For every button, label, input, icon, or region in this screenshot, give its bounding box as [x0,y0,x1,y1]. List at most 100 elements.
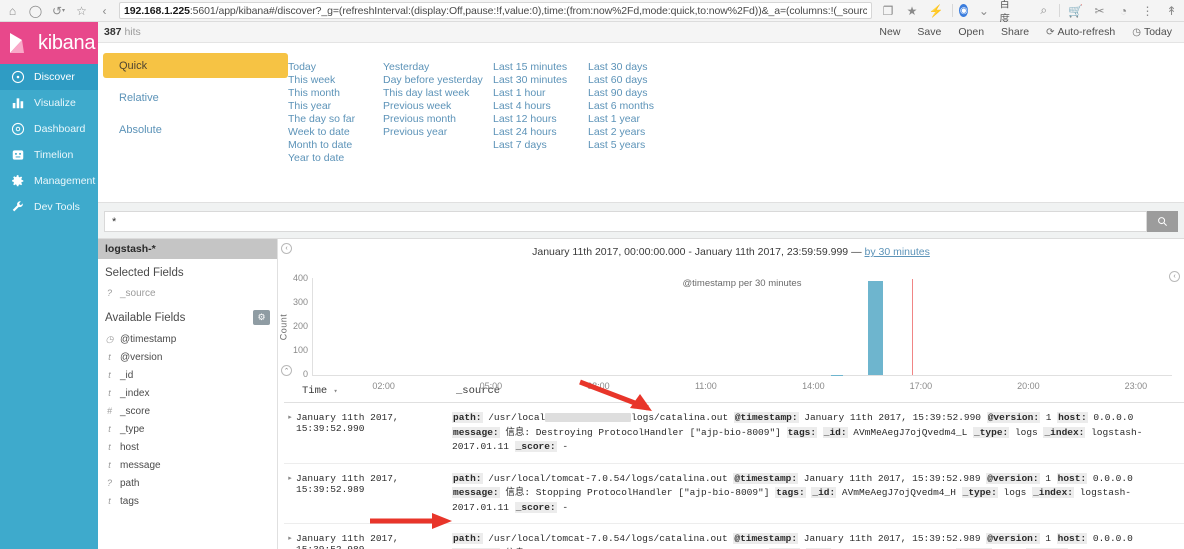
quick-range-last-30-days[interactable]: Last 30 days [588,61,683,74]
kibana-logo[interactable]: kibana [0,22,98,64]
sidebar-item-management[interactable]: Management [0,168,98,194]
quick-range-last-24-hours[interactable]: Last 24 hours [493,126,588,139]
chart-interval-link[interactable]: by 30 minutes [865,246,930,258]
time-mode-quick[interactable]: Quick [103,53,288,78]
quick-range-last-30-minutes[interactable]: Last 30 minutes [493,74,588,87]
gear-icon[interactable]: ⚙ [253,310,270,325]
quick-range-year-to-date[interactable]: Year to date [288,152,383,165]
field-item-id[interactable]: t _id [98,366,277,384]
quick-range-this-week[interactable]: This week [288,74,383,87]
sidebar-item-visualize[interactable]: Visualize [0,90,98,116]
save-button[interactable]: Save [917,26,941,38]
quick-range-last-1-hour[interactable]: Last 1 hour [493,87,588,100]
lightning-icon[interactable]: ⚡ [928,2,945,19]
time-mode-absolute[interactable]: Absolute [103,117,288,142]
open-button[interactable]: Open [958,26,984,38]
table-row[interactable]: ▸ January 11th 2017, 15:39:52.989 path: … [284,524,1184,549]
sidebar-item-timelion[interactable]: Timelion [0,142,98,168]
quick-range-last-4-hours[interactable]: Last 4 hours [493,100,588,113]
quick-range-week-to-date[interactable]: Week to date [288,126,383,139]
browser-toolbar: ⌂ ◯ ↺ ▾ ☆ ‹ 192.168.1.225:5601/app/kibana… [0,0,1184,25]
sidebar-item-dev-tools[interactable]: Dev Tools [0,194,98,220]
field-name: _type [120,423,145,435]
back-icon[interactable]: ‹ [96,2,113,19]
more-icon[interactable]: ⋮ [1139,2,1156,19]
share-button[interactable]: Share [1001,26,1029,38]
field-item-type[interactable]: t _type [98,420,277,438]
auto-refresh-button[interactable]: ⟳ Auto-refresh [1046,26,1115,38]
field-item-host[interactable]: t host [98,438,277,456]
copy-icon[interactable]: ❐ [880,2,897,19]
selected-field-source[interactable]: ? _source [98,284,277,302]
quick-range-previous-week[interactable]: Previous week [383,100,493,113]
quick-range-the-day-so-far[interactable]: The day so far [288,113,383,126]
quick-range-yesterday[interactable]: Yesterday [383,61,493,74]
scissors-icon[interactable]: ✂ [1091,2,1108,19]
quick-range-last-60-days[interactable]: Last 60 days [588,74,683,87]
expand-row-icon[interactable]: ▸ [284,472,296,516]
search-engine-avatar-icon[interactable]: ◉ [959,4,969,17]
new-button[interactable]: New [879,26,900,38]
quick-range-last-15-minutes[interactable]: Last 15 minutes [493,61,588,74]
home-icon[interactable]: ⌂ [4,2,21,19]
time-mode-relative[interactable]: Relative [103,85,288,110]
key-type: _type: [961,487,998,498]
quick-range-this-month[interactable]: This month [288,87,383,100]
search-icon[interactable]: ⌕ [1035,2,1052,19]
quick-range-this-year[interactable]: This year [288,100,383,113]
quick-range-last-7-days[interactable]: Last 7 days [493,139,588,152]
url-bar[interactable]: 192.168.1.225:5601/app/kibana#/discover?… [119,2,872,19]
value-version: 1 [1045,533,1051,544]
chart-bar[interactable] [867,280,884,375]
field-item-version[interactable]: t @version [98,348,277,366]
quick-range-last-5-years[interactable]: Last 5 years [588,139,683,152]
column-header-time[interactable]: Time ▾ [284,385,452,397]
extension-icon[interactable]: ↟ [1163,2,1180,19]
field-item-timestamp[interactable]: ◷ @timestamp [98,330,277,348]
table-row[interactable]: ▸ January 11th 2017, 15:39:52.990 path: … [284,403,1184,464]
x-axis-title: @timestamp per 30 minutes [682,278,802,289]
y-tick-0: 0 [302,369,308,379]
index-pattern-title[interactable]: logstash-* [98,239,277,259]
table-row[interactable]: ▸ January 11th 2017, 15:39:52.989 path: … [284,464,1184,524]
field-item-tags[interactable]: t tags [98,492,277,510]
value-score: - [562,441,569,452]
key-tags: tags: [775,487,806,498]
expand-row-icon[interactable]: ▸ [284,532,296,549]
quick-range-previous-year[interactable]: Previous year [383,126,493,139]
quick-range-last-90-days[interactable]: Last 90 days [588,87,683,100]
quick-range-day-before-yesterday[interactable]: Day before yesterday [383,74,493,87]
wifi-icon[interactable]: ◔ [1115,2,1132,19]
field-item-score[interactable]: # _score [98,402,277,420]
reload-icon[interactable]: ◯ [27,2,44,19]
quick-range-last-2-years[interactable]: Last 2 years [588,126,683,139]
key-message: message: [452,487,500,498]
star-icon[interactable]: ☆ [73,2,90,19]
field-item-index[interactable]: t _index [98,384,277,402]
bookmark-star-icon[interactable]: ★ [904,2,921,19]
quick-range-this-day-last-week[interactable]: This day last week [383,87,493,100]
quick-range-last-12-hours[interactable]: Last 12 hours [493,113,588,126]
field-item-message[interactable]: t message [98,456,277,474]
quick-range-last-1-year[interactable]: Last 1 year [588,113,683,126]
cart-icon[interactable]: 🛒 [1067,2,1084,19]
cell-time: January 11th 2017, 15:39:52.990 [296,412,399,434]
key-index: _index: [1043,426,1086,438]
chevron-down-icon[interactable]: ⌄ [975,2,992,19]
quick-range-last-6-months[interactable]: Last 6 months [588,100,683,113]
search-submit-button[interactable] [1147,211,1178,232]
quick-range-previous-month[interactable]: Previous month [383,113,493,126]
sidebar-item-discover[interactable]: Discover [0,64,98,90]
field-item-path[interactable]: ? path [98,474,277,492]
sidebar-item-dashboard[interactable]: Dashboard [0,116,98,142]
search-input[interactable] [104,211,1147,232]
sidebar-item-label: Dev Tools [34,201,80,213]
expand-row-icon[interactable]: ▸ [284,411,296,455]
quick-range-month-to-date[interactable]: Month to date [288,139,383,152]
divider [1059,4,1060,17]
history-icon[interactable]: ↺ ▾ [50,2,67,19]
key-id: _id: [822,426,848,438]
field-name: @version [120,351,163,363]
time-range-button[interactable]: ◷ Today [1132,26,1172,38]
quick-range-today[interactable]: Today [288,61,383,74]
